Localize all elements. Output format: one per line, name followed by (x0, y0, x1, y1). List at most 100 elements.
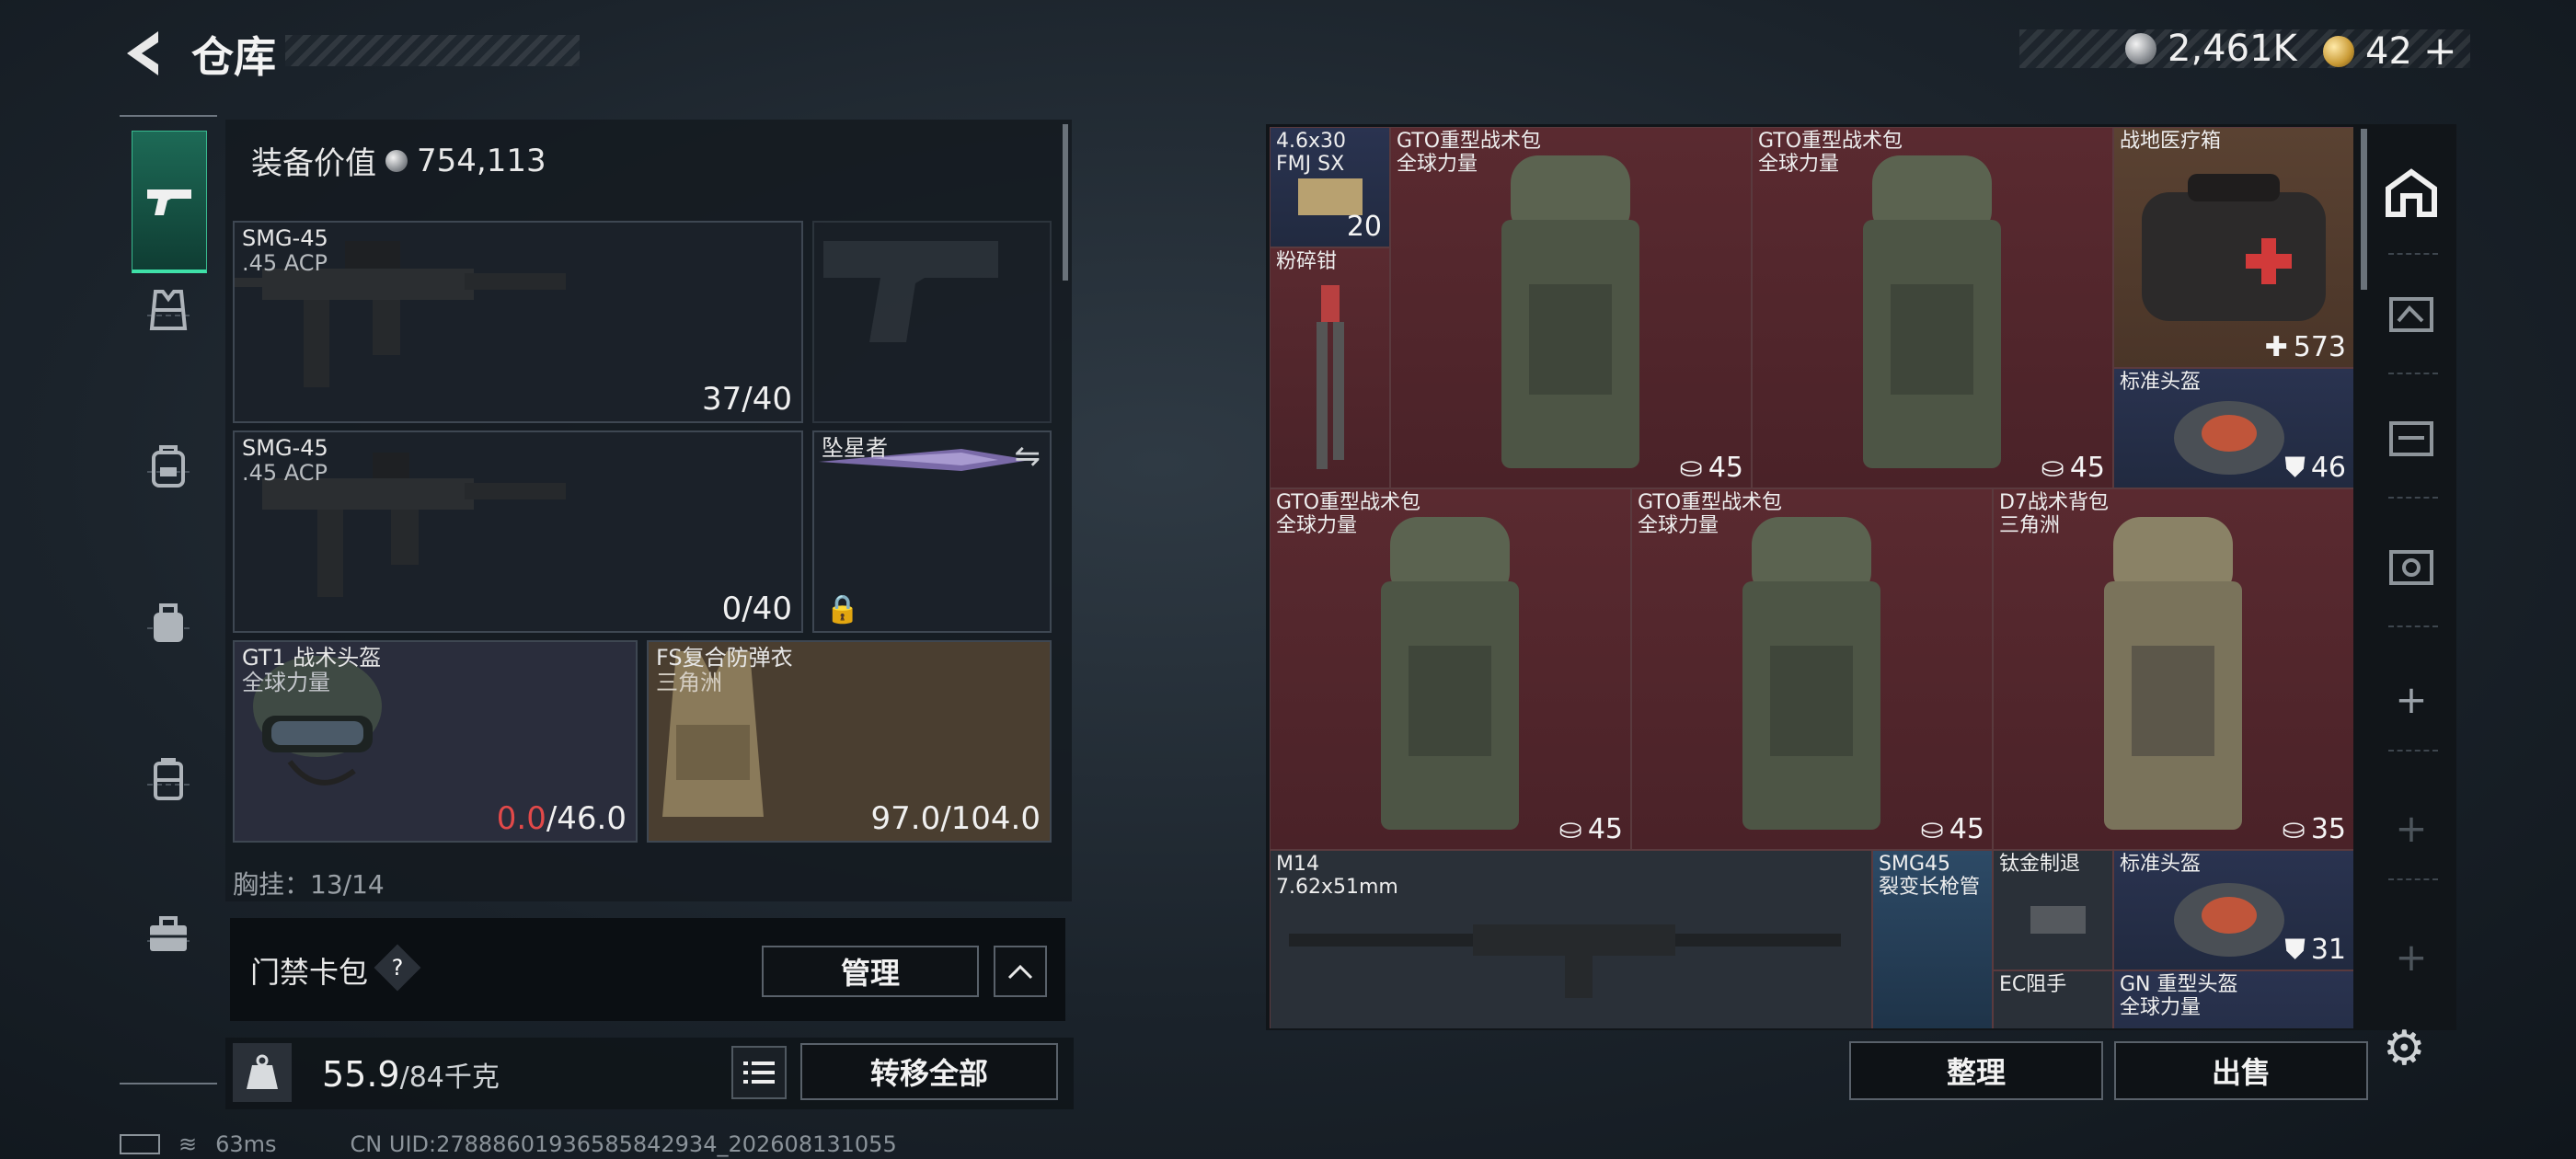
weight-icon (233, 1043, 292, 1102)
currency-silver-value: 2,461K (2168, 28, 2297, 70)
stash-tab-2[interactable] (2379, 281, 2444, 345)
stash-item-heavy-helmet[interactable]: GN 重型头盔 全球力量 (2113, 970, 2353, 1028)
primary-weapon-slot-1[interactable]: SMG-45.45 ACP 37/40 (233, 221, 803, 423)
pouch-icon (154, 603, 183, 642)
stash-item-ammo[interactable]: 4.6x30 FMJ SX 20 (1270, 127, 1390, 247)
title-decoration (285, 35, 580, 66)
backpack-icon (152, 445, 185, 488)
backpack-image (1381, 517, 1519, 830)
rifle-image (1289, 924, 1841, 998)
stash-item-gto-backpack[interactable]: GTO重型战术包 全球力量 ⛀ 45 (1631, 488, 1993, 850)
melee-name: 坠星者 (822, 435, 888, 461)
stash-item-gto-backpack[interactable]: GTO重型战术包 全球力量 ⛀ 45 (1270, 488, 1631, 850)
stash-item-handstop[interactable]: EC阻手 (1993, 970, 2113, 1028)
wifi-icon: ≋ (178, 1131, 198, 1157)
pliers-image (1317, 285, 1344, 469)
sort-button[interactable]: 整理 (1849, 1041, 2103, 1100)
medkit-image (2142, 174, 2326, 321)
stash-item-gto-backpack[interactable]: GTO重型战术包 全球力量 ⛀ 45 (1390, 127, 1752, 488)
stash-tab-4[interactable] (2379, 534, 2444, 598)
melee-slot[interactable]: 坠星者 ⇋ 🔒 (812, 430, 1052, 633)
helmet-image (2174, 401, 2284, 475)
tab-weapons[interactable] (132, 131, 207, 273)
status-bar: ≋ 63ms CN UID:27888601936585842934_20260… (120, 1131, 897, 1157)
container-icon (154, 758, 183, 800)
helmet-image (2174, 883, 2284, 957)
lock-icon: 🔒 (825, 593, 860, 625)
stash-item-d7-backpack[interactable]: D7战术背包 三角洲 ⛀ 35 (1993, 488, 2353, 850)
shield-icon: ⛊ (2284, 452, 2306, 484)
ammo-count: 0/40 (721, 591, 792, 627)
muzzle-image (2030, 906, 2086, 934)
backpack-image (2104, 517, 2242, 830)
chest-rig-header: 胸挂：13/14 (233, 869, 385, 900)
tab-case[interactable] (132, 899, 205, 972)
settings-gear-icon[interactable]: ⚙ (2383, 1021, 2426, 1076)
stash-item-m14[interactable]: M14 7.62x51mm (1270, 850, 1872, 1028)
stash-item-medkit[interactable]: 战地医疗箱 ✚ 573 (2113, 127, 2353, 368)
stash-item-gto-backpack[interactable]: GTO重型战术包 全球力量 ⛀ 45 (1752, 127, 2113, 488)
currency-gold-value: 42 (2365, 29, 2412, 73)
weapon-name: SMG-45.45 ACP (242, 225, 328, 276)
stash-item-helmet[interactable]: 标准头盔 ⛊ 31 (2113, 850, 2353, 970)
warehouse-icon (2386, 168, 2437, 217)
add-stash-tab-button[interactable]: + (2379, 924, 2444, 989)
back-arrow-icon (127, 31, 158, 75)
currency-gold[interactable]: 42 + (2323, 28, 2457, 75)
list-icon (743, 1061, 775, 1084)
add-stash-tab-button[interactable]: + (2379, 667, 2444, 731)
sell-button[interactable]: 出售 (2114, 1041, 2368, 1100)
backpack-image (1501, 155, 1639, 468)
stash-tab-column: + + + (2361, 129, 2462, 1035)
stash-item-muzzle-brake[interactable]: 钛金制退 (1993, 850, 2113, 970)
backpack-image (1742, 517, 1880, 830)
body-armor-slot[interactable]: FS复合防弹衣 三角洲 97.0/104.0 (647, 640, 1052, 843)
stash-page-icon (2389, 297, 2433, 332)
battery-icon (120, 1134, 160, 1154)
shield-icon: ⛊ (2284, 934, 2306, 966)
stash-item-pliers[interactable]: 粉碎钳 (1270, 247, 1390, 488)
weight-value: 55.9/84千克 (322, 1054, 500, 1095)
stash-grid: 4.6x30 FMJ SX 20 粉碎钳 GTO重型战术包 全球力量 ⛀ 45 G… (1270, 127, 2353, 1028)
helmet-slot[interactable]: GT1 战术头盔 全球力量 0.0/46.0 (233, 640, 638, 843)
backpack-image (1863, 155, 2001, 468)
pistol-icon (147, 189, 191, 215)
silver-coin-icon (2125, 33, 2156, 64)
stash-tab-main[interactable] (2379, 161, 2444, 225)
loadout-scrollbar[interactable] (1063, 124, 1068, 281)
stash-item-helmet[interactable]: 标准头盔 ⛊ 46 (2113, 368, 2353, 488)
ping: 63ms (215, 1131, 277, 1157)
stash-tab-3[interactable] (2379, 405, 2444, 469)
gold-coin-icon (2323, 35, 2354, 67)
secondary-weapon-slot[interactable] (812, 221, 1052, 423)
card-bag-label: 门禁卡包 (250, 955, 369, 990)
capacity-icon: ⛀ (2282, 813, 2306, 845)
capacity-icon: ⛀ (1558, 813, 1582, 845)
transfer-all-button[interactable]: 转移全部 (800, 1043, 1058, 1100)
ammo-count: 37/40 (702, 381, 792, 418)
expand-button[interactable] (994, 946, 1047, 997)
equipment-value-label: 装备价值 (251, 145, 376, 182)
equipment-value: 装备价值 754,113 (251, 138, 546, 183)
tab-armor[interactable] (132, 273, 205, 347)
add-stash-tab-button[interactable]: + (2379, 796, 2444, 860)
back-button[interactable] (120, 26, 166, 81)
primary-weapon-slot-2[interactable]: SMG-45.45 ACP 0/40 (233, 430, 803, 633)
manage-button[interactable]: 管理 (762, 946, 979, 997)
tab-backpack[interactable] (132, 430, 205, 503)
currency-silver: 2,461K (2125, 28, 2297, 70)
pistol-silhouette-icon (823, 241, 998, 342)
durability-cross-icon: ✚ (2264, 331, 2288, 363)
add-currency-icon[interactable]: + (2423, 28, 2457, 75)
durability: 0.0/46.0 (496, 800, 627, 837)
help-icon[interactable]: ? (374, 944, 421, 992)
page-title: 仓库 (191, 32, 276, 82)
loadout-tab-column (120, 115, 217, 1084)
helmet-name: GT1 战术头盔 全球力量 (242, 645, 382, 695)
stash-item-barrel[interactable]: SMG45 裂变长枪管 (1872, 850, 1993, 1028)
equipment-value-amount: 754,113 (417, 142, 546, 179)
tab-chest-rig[interactable] (132, 586, 205, 660)
swap-icon[interactable]: ⇋ (1015, 438, 1041, 475)
list-view-button[interactable] (731, 1046, 787, 1099)
tab-pouch[interactable] (132, 742, 205, 816)
